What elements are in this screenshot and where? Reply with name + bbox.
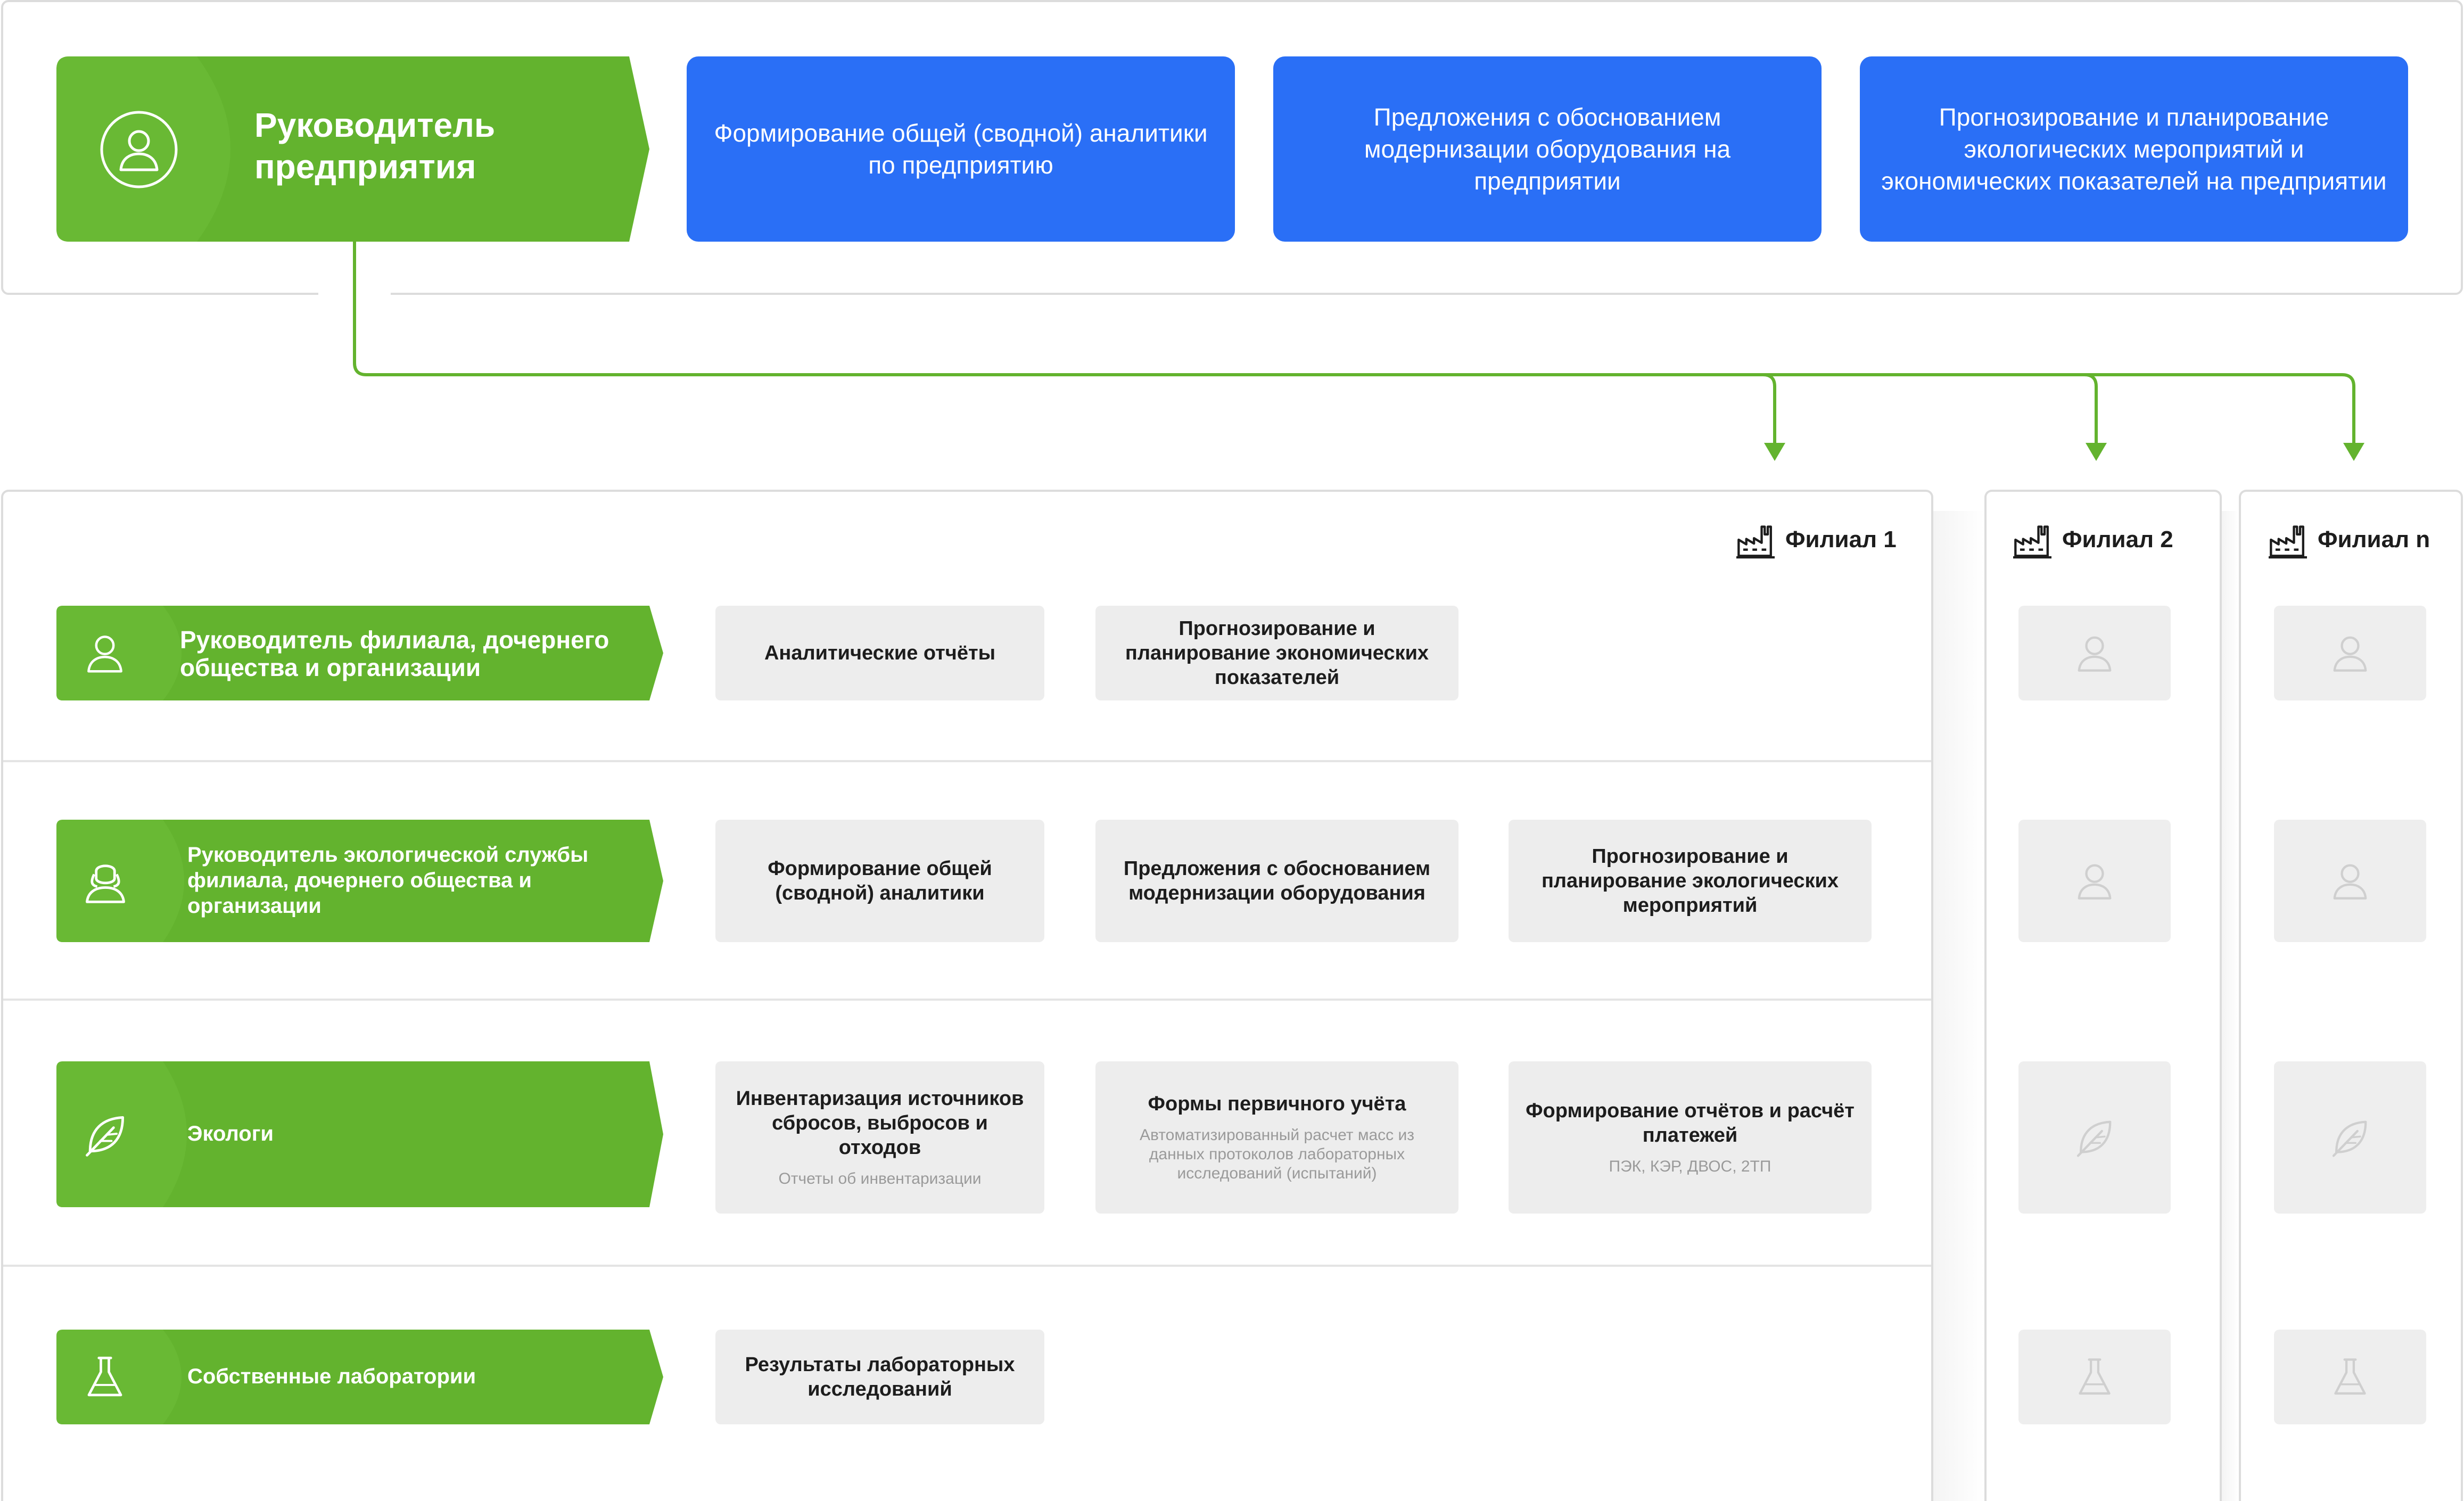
arrow-head-branch-1 xyxy=(1764,443,1785,461)
factory-icon xyxy=(2013,521,2051,559)
eco-service-head-label: Руководитель экологической службы филиал… xyxy=(187,843,589,918)
branch-1-header: Филиал 1 xyxy=(1736,521,1897,559)
modernization-card: Предложения с обоснованием модернизации … xyxy=(1095,820,1458,942)
branch-2-header: Филиал 2 xyxy=(2013,521,2173,559)
branch-2-placeholder xyxy=(2018,820,2171,942)
branch-head-label: Руководитель филиала, дочернего общества… xyxy=(180,626,609,681)
user-icon xyxy=(2327,858,2373,904)
card-subtitle: ПЭК, КЭР, ДВОС, 2ТП xyxy=(1609,1158,1771,1175)
branch-n-label: Филиал n xyxy=(2318,526,2430,552)
card-title: Предложения с обоснованием модернизации … xyxy=(1123,857,1431,904)
leaf-icon xyxy=(2327,1115,2373,1160)
branch-n-shadow xyxy=(2222,511,2239,1501)
lab-results-card: Результаты лабораторных исследований xyxy=(715,1330,1044,1424)
branch-n-header: Филиал n xyxy=(2269,521,2430,559)
row-separator xyxy=(3,999,1931,1001)
branch-2-placeholder xyxy=(2018,1330,2171,1424)
card-title: Формы первичного учёта xyxy=(1148,1093,1406,1115)
analytic-reports-card: Аналитические отчёты xyxy=(715,606,1044,700)
user-icon xyxy=(2072,630,2117,676)
flask-icon xyxy=(2327,1354,2373,1400)
user-icon xyxy=(2072,858,2117,904)
primary-forms-card: Формы первичного учёта Автоматизированны… xyxy=(1095,1061,1458,1214)
branch-n-placeholder xyxy=(2274,1061,2426,1214)
laboratories-label: Собственные лаборатории xyxy=(187,1365,476,1388)
branch-head-role: Руководитель филиала, дочернего общества… xyxy=(56,606,663,700)
reports-payments-card: Формирование отчётов и расчёт платежей П… xyxy=(1509,1061,1872,1214)
hierarchy-connector xyxy=(353,240,2364,461)
card-title: Формирование общей (сводной) аналитики xyxy=(768,857,992,904)
card-title: Формирование отчётов и расчёт платежей xyxy=(1526,1100,1855,1147)
inventory-card: Инвентаризация источников сбросов, выбро… xyxy=(715,1061,1044,1214)
row-separator xyxy=(3,1265,1931,1267)
flask-icon xyxy=(2072,1354,2117,1400)
leaf-icon xyxy=(2072,1115,2117,1160)
branch-n-placeholder xyxy=(2274,606,2426,700)
factory-icon xyxy=(1736,521,1775,559)
branch-2-shadow xyxy=(1933,511,1984,1501)
branch-2-placeholder xyxy=(2018,1061,2171,1214)
card-title: Результаты лабораторных исследований xyxy=(745,1354,1015,1400)
flask-icon xyxy=(80,1352,130,1402)
eco-service-head-role: Руководитель экологической службы филиал… xyxy=(56,820,663,942)
branch-2-placeholder xyxy=(2018,606,2171,700)
branch-n-placeholder xyxy=(2274,820,2426,942)
ecologists-role: Экологи xyxy=(56,1061,663,1207)
branch-n-placeholder xyxy=(2274,1330,2426,1424)
row-separator xyxy=(3,760,1931,762)
branch-2-label: Филиал 2 xyxy=(2062,526,2173,552)
card-title: Прогнозирование и планирование экономиче… xyxy=(1125,617,1429,689)
card-subtitle: Отчеты об инвентаризации xyxy=(778,1170,982,1187)
factory-icon xyxy=(2269,521,2307,559)
card-title: Прогнозирование и планирование экологиче… xyxy=(1541,845,1839,917)
summary-analytics-card: Формирование общей (сводной) аналитики xyxy=(715,820,1044,942)
user-tie-icon xyxy=(80,856,131,907)
arrow-head-branch-n xyxy=(2343,443,2364,461)
laboratories-role: Собственные лаборатории xyxy=(56,1330,663,1424)
eco-measures-card: Прогнозирование и планирование экологиче… xyxy=(1509,820,1872,942)
user-icon xyxy=(81,629,129,677)
ecologists-label: Экологи xyxy=(187,1122,274,1145)
leaf-icon xyxy=(80,1109,131,1160)
card-title: Аналитические отчёты xyxy=(764,642,996,664)
economic-forecast-card: Прогнозирование и планирование экономиче… xyxy=(1095,606,1458,700)
arrow-head-branch-2 xyxy=(2086,443,2107,461)
card-title: Инвентаризация источников сбросов, выбро… xyxy=(736,1087,1024,1159)
branch-1-label: Филиал 1 xyxy=(1785,526,1897,552)
card-subtitle: Автоматизированный расчет масс из данных… xyxy=(1139,1126,1415,1182)
user-icon xyxy=(2327,630,2373,676)
